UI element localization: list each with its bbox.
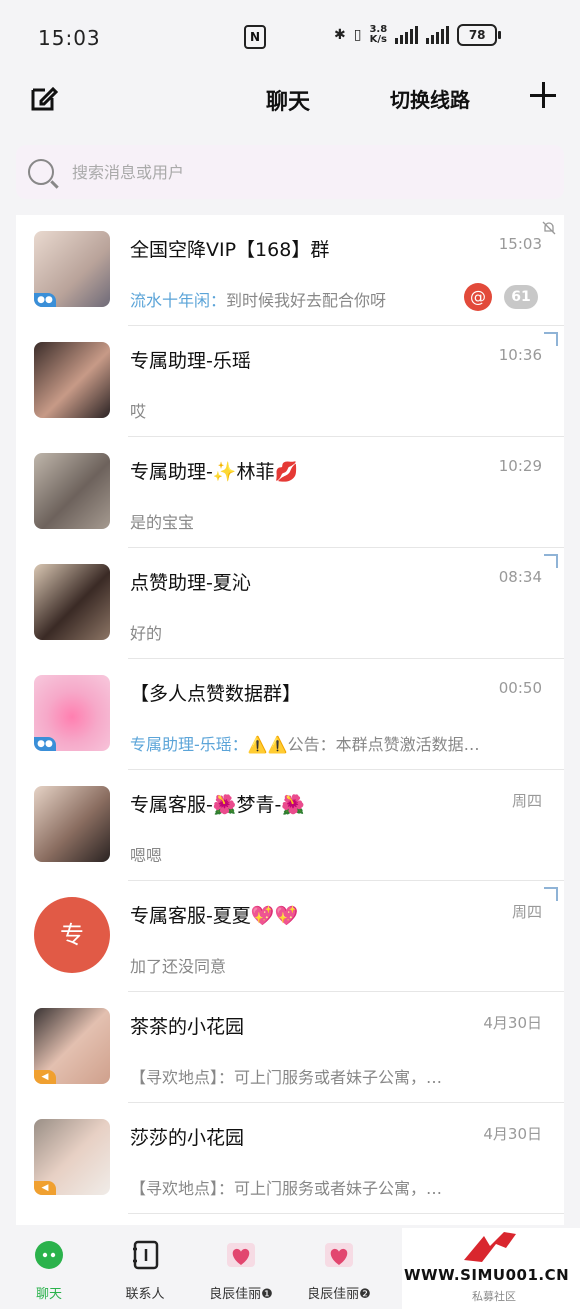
chat-name: 专属客服-🌺梦青-🌺 xyxy=(130,794,306,816)
tab-beauty-2[interactable]: 良辰佳丽❷ xyxy=(294,1235,384,1302)
pinned-corner-icon xyxy=(544,554,558,568)
tab-chat[interactable]: 聊天 xyxy=(4,1235,94,1302)
divider xyxy=(128,1213,564,1214)
pinned-corner-icon xyxy=(544,887,558,901)
avatar xyxy=(34,453,110,529)
chat-name: 专属助理-乐瑶 xyxy=(130,350,251,372)
watermark-logo: WWW.SIMU001.CN 私募社区 xyxy=(402,1228,580,1309)
chat-message: 【寻欢地点】：可上门服务或者妹子公寓，… xyxy=(130,1068,443,1087)
signal-icon xyxy=(395,26,419,44)
chat-time: 周四 xyxy=(511,792,542,810)
contacts-book-icon xyxy=(133,1240,159,1270)
edit-icon[interactable] xyxy=(30,84,58,112)
switch-route-button[interactable]: 切换线路 xyxy=(390,84,470,113)
avatar xyxy=(34,564,110,640)
chat-message: 【寻欢地点】：可上门服务或者妹子公寓，… xyxy=(130,1179,443,1198)
search-icon xyxy=(28,159,54,185)
tab-contacts[interactable]: 联系人 xyxy=(100,1235,190,1302)
status-time: 15:03 xyxy=(38,26,101,50)
heart-icon xyxy=(325,1243,353,1267)
megaphone-icon: ◀ xyxy=(34,1070,56,1084)
chat-name: 专属客服-夏夏💖💖 xyxy=(130,905,299,927)
chat-item[interactable]: ◀ 茶茶的小花园 4月30日 【寻欢地点】：可上门服务或者妹子公寓，… xyxy=(16,992,564,1103)
nfc-icon: N xyxy=(244,25,266,49)
chat-item[interactable]: ●● 全国空降VIP【168】群 15:03 流水十年闲：到时候我好去配合你呀 … xyxy=(16,215,564,326)
avatar xyxy=(34,342,110,418)
avatar: ◀ xyxy=(34,1119,110,1195)
chat-name: 茶茶的小花园 xyxy=(130,1016,245,1038)
chat-bubble-icon xyxy=(35,1241,63,1269)
avatar: ●● xyxy=(34,675,110,751)
chat-name: 专属助理-✨林菲💋 xyxy=(130,461,299,483)
group-icon: ●● xyxy=(34,737,56,751)
signal-2-icon xyxy=(426,26,450,44)
chat-item[interactable]: 专 专属客服-夏夏💖💖 周四 加了还没同意 xyxy=(16,881,564,992)
heart-icon xyxy=(227,1243,255,1267)
search-bar[interactable] xyxy=(16,145,564,199)
battery-icon: 78 xyxy=(457,24,502,46)
mention-badge: @ xyxy=(464,283,492,311)
watermark-site: WWW.SIMU001.CN xyxy=(404,1266,570,1284)
chat-time: 00:50 xyxy=(498,679,542,697)
header: 聊天 切换线路 xyxy=(0,70,580,130)
unread-badge: 61 xyxy=(504,285,538,309)
chat-message: 流水十年闲：到时候我好去配合你呀 xyxy=(130,291,387,310)
watermark-label: 私募社区 xyxy=(472,1290,516,1303)
page-title: 聊天 xyxy=(266,90,311,115)
chat-name: 莎莎的小花园 xyxy=(130,1127,245,1149)
group-icon: ●● xyxy=(34,293,56,307)
plus-icon[interactable] xyxy=(530,82,556,108)
vibrate-icon: ▯ xyxy=(353,27,362,43)
pinned-corner-icon xyxy=(544,332,558,346)
tab-label: 联系人 xyxy=(125,1287,165,1302)
chat-message: 加了还没同意 xyxy=(130,957,227,976)
chat-item[interactable]: ◀ 莎莎的小花园 4月30日 【寻欢地点】：可上门服务或者妹子公寓，… xyxy=(16,1103,564,1214)
bluetooth-icon: ✱ xyxy=(334,27,346,43)
system-icons: ✱ ▯ 3.8 K/s 78 xyxy=(334,24,502,46)
chat-time: 08:34 xyxy=(498,568,542,586)
net-speed: 3.8 K/s xyxy=(369,24,388,45)
logo-mark-icon xyxy=(464,1232,516,1262)
chat-item[interactable]: 专属助理-✨林菲💋 10:29 是的宝宝 xyxy=(16,437,564,548)
tab-label: 聊天 xyxy=(35,1287,62,1302)
chat-time: 周四 xyxy=(511,903,542,921)
chat-time: 15:03 xyxy=(498,235,542,253)
chat-name: 点赞助理-夏沁 xyxy=(130,572,251,594)
chat-time: 10:29 xyxy=(498,457,542,475)
chat-message: 专属助理-乐瑶：⚠️⚠️公告：本群点赞激活数据… xyxy=(130,735,480,754)
chat-list: ●● 全国空降VIP【168】群 15:03 流水十年闲：到时候我好去配合你呀 … xyxy=(16,215,564,1225)
chat-item[interactable]: ●● 【多人点赞数据群】 00:50 专属助理-乐瑶：⚠️⚠️公告：本群点赞激活… xyxy=(16,659,564,770)
tab-label: 良辰佳丽❷ xyxy=(307,1287,371,1302)
mute-icon xyxy=(542,221,556,235)
chat-time: 4月30日 xyxy=(483,1014,542,1032)
chat-item[interactable]: 点赞助理-夏沁 08:34 好的 xyxy=(16,548,564,659)
chat-name: 【多人点赞数据群】 xyxy=(130,683,302,705)
tab-label: 良辰佳丽❶ xyxy=(209,1287,273,1302)
avatar: ◀ xyxy=(34,1008,110,1084)
avatar xyxy=(34,786,110,862)
chat-message: 嗯嗯 xyxy=(130,846,163,865)
chat-time: 4月30日 xyxy=(483,1125,542,1143)
chat-message: 是的宝宝 xyxy=(130,513,195,532)
search-input[interactable] xyxy=(70,161,514,183)
chat-item[interactable]: 专属助理-乐瑶 10:36 哎 xyxy=(16,326,564,437)
avatar: 专 xyxy=(34,897,110,973)
tab-beauty-1[interactable]: 良辰佳丽❶ xyxy=(196,1235,286,1302)
chat-time: 10:36 xyxy=(498,346,542,364)
chat-message: 哎 xyxy=(130,402,147,421)
chat-message: 好的 xyxy=(130,624,163,643)
avatar: ●● xyxy=(34,231,110,307)
megaphone-icon: ◀ xyxy=(34,1181,56,1195)
status-bar: 15:03 N ✱ ▯ 3.8 K/s 78 xyxy=(0,0,580,70)
chat-name: 全国空降VIP【168】群 xyxy=(130,239,330,261)
chat-item[interactable]: 专属客服-🌺梦青-🌺 周四 嗯嗯 xyxy=(16,770,564,881)
